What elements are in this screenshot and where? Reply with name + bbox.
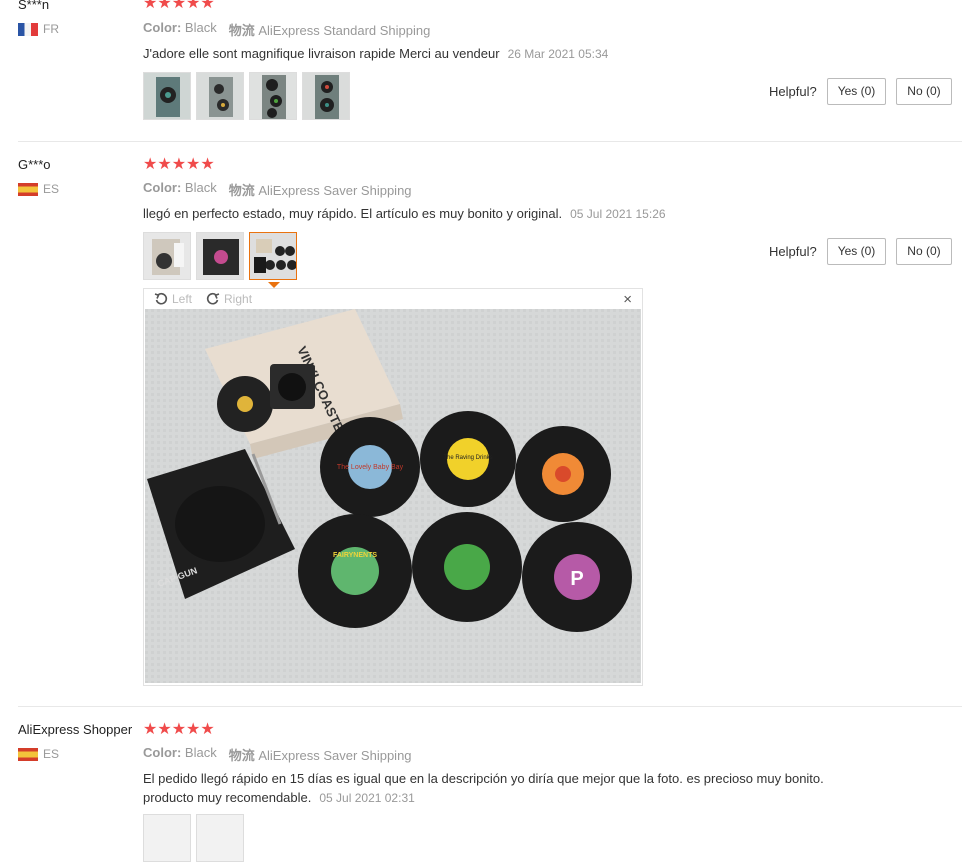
review-image-thumbnail[interactable] xyxy=(143,232,191,280)
review-image-thumbnail-active[interactable] xyxy=(249,232,297,280)
shipping-info: 物流 AliExpress Saver Shipping xyxy=(228,183,412,198)
review-date: 26 Mar 2021 05:34 xyxy=(507,47,609,61)
helpful-label: Helpful? xyxy=(769,244,817,259)
rotate-left-icon xyxy=(154,292,168,305)
helpful-no-button[interactable]: No (0) xyxy=(896,78,952,105)
image-viewer: Left Right × VINYLCOASTERS CAP GUN The L… xyxy=(143,288,643,686)
helpful-yes-button[interactable]: Yes (0) xyxy=(826,238,887,265)
spain-flag-icon xyxy=(18,182,38,196)
star-icons: ★★★★★ xyxy=(143,156,215,173)
review-meta: Color: Black 物流 AliExpress Saver Shippin… xyxy=(143,180,412,199)
shipping-icon: 物流 xyxy=(228,23,255,38)
reviewer-name: AliExpress Shopper xyxy=(18,722,133,737)
reviewer-country: ES xyxy=(18,747,59,761)
rotate-left-button[interactable]: Left xyxy=(154,292,192,306)
helpful-no-button[interactable]: No (0) xyxy=(896,238,952,265)
star-icons: ★★★★★ xyxy=(143,721,215,738)
review-thumbnails xyxy=(143,232,297,280)
country-code: ES xyxy=(43,747,60,761)
review-text-line: El pedido llegó rápido en 15 días es igu… xyxy=(143,771,824,786)
reviewer-country: FR xyxy=(18,22,59,36)
review-image-thumbnail[interactable] xyxy=(196,232,244,280)
france-flag-icon xyxy=(18,22,38,36)
helpful-label: Helpful? xyxy=(769,84,817,99)
record-label: The Lovely Baby Bay xyxy=(337,464,404,471)
rating-stars: ★★★★★ xyxy=(143,722,215,738)
color-info: Color: Black xyxy=(143,745,217,760)
review-photo-large: VINYLCOASTERS CAP GUN The Lovely Baby Ba… xyxy=(145,309,641,683)
review-text: El pedido llegó rápido en 15 días es igu… xyxy=(143,769,903,808)
review-image-thumbnail[interactable] xyxy=(196,72,244,120)
rotate-right-icon xyxy=(206,292,220,305)
close-viewer-button[interactable]: × xyxy=(623,291,632,308)
shipping-info: 物流 AliExpress Saver Shipping xyxy=(228,748,412,763)
review-thumbnails xyxy=(143,72,350,120)
rating-stars: ★★★★★ xyxy=(143,157,215,173)
review-meta: Color: Black 物流 AliExpress Saver Shippin… xyxy=(143,745,412,764)
color-info: Color: Black xyxy=(143,180,217,195)
review-meta: Color: Black 物流 AliExpress Standard Ship… xyxy=(143,20,430,39)
helpful-section: Helpful? Yes (0) No (0) xyxy=(769,238,952,265)
review-date: 05 Jul 2021 02:31 xyxy=(319,791,415,805)
record-label: P xyxy=(570,568,583,590)
review-image-thumbnail[interactable] xyxy=(249,72,297,120)
record-label: The Raving Drinks xyxy=(443,455,492,461)
review-thumbnails xyxy=(143,814,244,862)
viewer-toolbar: Left Right × xyxy=(144,289,642,309)
rating-stars: ★★★★★ xyxy=(143,0,215,12)
review-image-thumbnail[interactable] xyxy=(143,814,191,862)
helpful-yes-button[interactable]: Yes (0) xyxy=(826,78,887,105)
review-image-thumbnail[interactable] xyxy=(196,814,244,862)
review-divider xyxy=(18,706,962,707)
review-date: 05 Jul 2021 15:26 xyxy=(570,207,666,221)
reviewer-name: S***n xyxy=(18,0,50,12)
color-info: Color: Black xyxy=(143,20,217,35)
shipping-info: 物流 AliExpress Standard Shipping xyxy=(228,23,431,38)
review-text-line: producto muy recomendable. 05 Jul 2021 02… xyxy=(143,790,415,805)
shipping-icon: 物流 xyxy=(228,183,255,198)
spain-flag-icon xyxy=(18,747,38,761)
reviewer-country: ES xyxy=(18,182,59,196)
country-code: ES xyxy=(43,182,60,196)
record-label: FAIRYNENTS xyxy=(333,552,377,559)
review-image-thumbnail[interactable] xyxy=(143,72,191,120)
review-text: J'adore elle sont magnifique livraison r… xyxy=(143,46,609,61)
shipping-icon: 物流 xyxy=(228,748,255,763)
country-code: FR xyxy=(43,22,59,36)
star-icons: ★★★★★ xyxy=(143,0,215,12)
reviewer-name: G***o xyxy=(18,157,51,172)
rotate-right-button[interactable]: Right xyxy=(206,292,252,306)
review-divider xyxy=(18,141,962,142)
review-image-thumbnail[interactable] xyxy=(302,72,350,120)
helpful-section: Helpful? Yes (0) No (0) xyxy=(769,78,952,105)
coasters-photo: VINYLCOASTERS CAP GUN The Lovely Baby Ba… xyxy=(145,309,641,683)
review-text: llegó en perfecto estado, muy rápido. El… xyxy=(143,206,666,221)
